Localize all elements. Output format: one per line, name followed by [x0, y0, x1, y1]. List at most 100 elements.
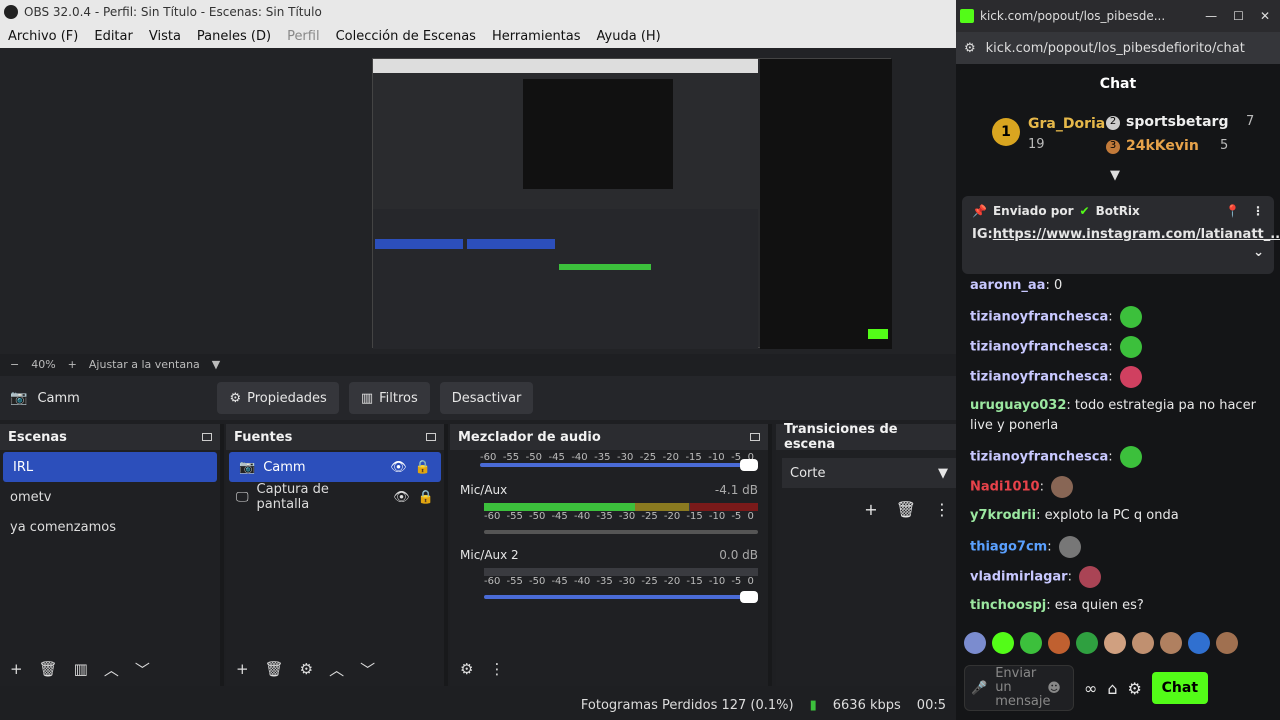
menu-archivo[interactable]: Archivo (F) [8, 29, 78, 44]
add-icon[interactable]: + [10, 660, 23, 678]
trash-icon[interactable]: 🗑 [265, 660, 284, 678]
transitions-title: Transiciones de escena [784, 422, 898, 452]
emote-icon[interactable] [1188, 632, 1210, 654]
trash-icon[interactable]: 🗑 [39, 660, 58, 678]
maximize-icon[interactable]: ☐ [1233, 9, 1244, 23]
send-chat-button[interactable]: Chat [1151, 672, 1208, 704]
emote-icon[interactable] [1160, 632, 1182, 654]
menu-vista[interactable]: Vista [149, 29, 181, 44]
menu-perfil[interactable]: Perfil [287, 29, 320, 44]
properties-button[interactable]: ⚙ Propiedades [217, 382, 339, 414]
browser-tab-title[interactable]: kick.com/popout/los_pibesde... [980, 9, 1165, 23]
unpin-icon[interactable]: 📍 [1225, 204, 1240, 218]
pinned-message: 📌 Enviado por ✔ BotRix 📍 ⋮ IG:https://ww… [962, 196, 1280, 274]
emote-icon[interactable] [1216, 632, 1238, 654]
chat-username[interactable]: y7krodrii [970, 508, 1036, 523]
chat-message: y7krodrii: exploto la PC q onda [970, 506, 1270, 526]
scene-item[interactable]: ya comenzamos [0, 512, 220, 542]
zoom-out-button[interactable]: − [10, 358, 19, 371]
chat-username[interactable]: tinchoospj [970, 598, 1046, 613]
tick-label: -45 [551, 511, 568, 522]
tick-label: -5 [731, 511, 742, 522]
gear-icon[interactable]: ⚙ [1127, 679, 1141, 698]
zoom-in-button[interactable]: + [68, 358, 77, 371]
pinned-link[interactable]: https://www.instagram.com/latianatt_... [993, 227, 1280, 242]
gear-icon[interactable]: ⚙ [460, 660, 473, 678]
infinity-icon[interactable]: ∞ [1084, 679, 1097, 698]
emoji-icon[interactable]: ☻ [1047, 681, 1061, 696]
undock-icon[interactable] [750, 433, 760, 441]
emote-icon[interactable] [1104, 632, 1126, 654]
eye-icon[interactable]: 👁 [393, 490, 410, 505]
chat-username[interactable]: tizianoyfranchesca [970, 370, 1108, 385]
close-icon[interactable]: ✕ [1260, 9, 1270, 23]
chevron-down-icon[interactable]: ⌄ [1253, 244, 1264, 262]
menu-paneles[interactable]: Paneles (D) [197, 29, 271, 44]
filters-button[interactable]: ▥ Filtros [348, 382, 430, 414]
add-icon[interactable]: + [236, 660, 249, 678]
menu-ayuda[interactable]: Ayuda (H) [597, 29, 661, 44]
undock-icon[interactable] [202, 433, 212, 441]
slider-knob[interactable] [740, 591, 758, 603]
eye-icon[interactable]: 👁 [390, 460, 407, 475]
message-input[interactable]: 🎤 Enviar un mensaje ☻ [964, 665, 1074, 711]
emote-icon[interactable] [1048, 632, 1070, 654]
chevron-up-icon[interactable]: ︿ [104, 659, 119, 680]
browser-tabbar: kick.com/popout/los_pibesde... — ☐ ✕ [956, 0, 1280, 32]
chat-username[interactable]: thiago7cm [970, 540, 1047, 555]
chat-username[interactable]: tizianoyfranchesca [970, 340, 1108, 355]
more-menu-icon[interactable]: ⋮ [489, 660, 504, 678]
emote-icon[interactable] [1020, 632, 1042, 654]
scene-item[interactable]: ometv [0, 482, 220, 512]
address-bar[interactable]: ⚙ kick.com/popout/los_pibesdefiorito/cha… [956, 32, 1280, 64]
lock-icon[interactable]: 🔒 [415, 460, 431, 475]
minimize-icon[interactable]: — [1205, 9, 1217, 23]
emote-icon[interactable] [1076, 632, 1098, 654]
leader-name[interactable]: sportsbetarg [1126, 114, 1228, 130]
chat-username[interactable]: aaronn_aa [970, 278, 1045, 293]
chat-username[interactable]: tizianoyfranchesca [970, 310, 1108, 325]
more-menu-icon[interactable]: ⋮ [934, 500, 950, 519]
emote-icon[interactable] [964, 632, 986, 654]
store-icon[interactable]: ⌂ [1107, 679, 1117, 698]
emote-icon[interactable] [992, 632, 1014, 654]
chevron-up-icon[interactable]: ︿ [329, 659, 344, 680]
menu-coleccion[interactable]: Colección de Escenas [336, 29, 476, 44]
site-settings-icon[interactable]: ⚙ [964, 41, 976, 56]
chat-separator: : [1047, 539, 1056, 555]
trash-icon[interactable]: 🗑 [896, 500, 916, 519]
chat-username[interactable]: tizianoyfranchesca [970, 450, 1108, 465]
gear-icon[interactable]: ⚙ [300, 660, 313, 678]
volume-slider[interactable] [480, 459, 758, 471]
volume-slider[interactable] [484, 530, 758, 534]
source-item[interactable]: 📷 Camm 👁 🔒 [229, 452, 441, 482]
zoom-fit-select[interactable]: Ajustar a la ventana [89, 358, 200, 371]
chevron-down-icon[interactable]: ﹀ [135, 659, 150, 680]
scene-item[interactable]: IRL [3, 452, 217, 482]
menu-herramientas[interactable]: Herramientas [492, 29, 581, 44]
chevron-down-icon[interactable]: ▼ [212, 358, 220, 371]
more-menu-icon[interactable]: ⋮ [1252, 204, 1264, 218]
volume-slider[interactable] [484, 591, 758, 603]
chat-username[interactable]: Nadi1010 [970, 480, 1040, 495]
mixer-channel-1: Mic/Aux -4.1 dB -60 -55 -50 -45 -40 -35 -30 -25… [450, 467, 768, 534]
leader-name[interactable]: Gra_Doria [1028, 116, 1105, 132]
transition-select[interactable]: Corte ▼ [782, 458, 956, 488]
undock-icon[interactable] [426, 433, 436, 441]
slider-knob[interactable] [740, 459, 758, 471]
tick-label: -50 [528, 511, 546, 522]
chat-username[interactable]: vladimirlagar [970, 570, 1068, 585]
deactivate-label: Desactivar [451, 390, 522, 406]
chat-username[interactable]: uruguayo032 [970, 398, 1066, 413]
collapse-icon[interactable]: ▼ [1110, 168, 1120, 183]
source-item[interactable]: 🖵 Captura de pantalla 👁 🔒 [226, 482, 444, 512]
leader-name[interactable]: 24kKevin [1126, 138, 1199, 154]
deactivate-button[interactable]: Desactivar [439, 382, 534, 414]
emote-icon[interactable] [1132, 632, 1154, 654]
menu-editar[interactable]: Editar [94, 29, 133, 44]
chevron-down-icon[interactable]: ﹀ [360, 659, 375, 680]
filter-icon[interactable]: ▥ [74, 660, 88, 678]
lock-icon[interactable]: 🔒 [418, 490, 434, 505]
tick-label: -25 [641, 576, 658, 587]
add-icon[interactable]: + [864, 500, 877, 519]
